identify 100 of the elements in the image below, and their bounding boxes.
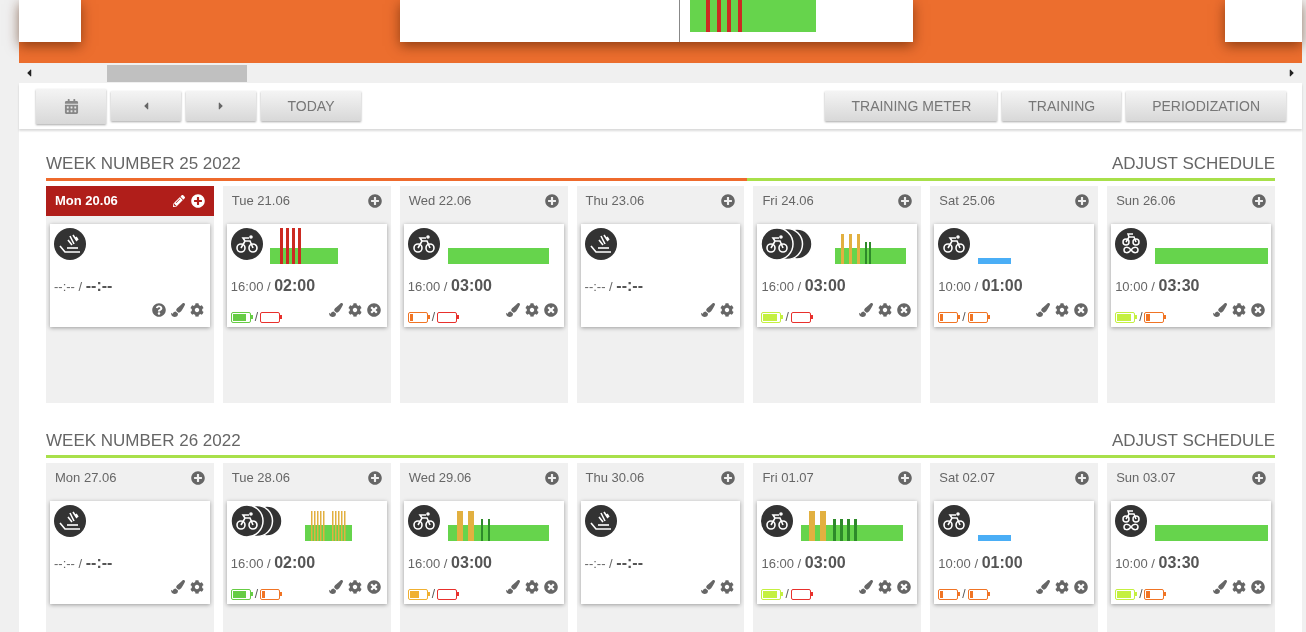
settings-icon[interactable]: [878, 580, 893, 594]
brush-icon[interactable]: [328, 303, 343, 317]
workout-card[interactable]: --:-- / --:--: [50, 501, 210, 604]
day-header[interactable]: Wed 29.06: [399, 463, 568, 493]
add-icon[interactable]: [544, 471, 559, 485]
brush-icon[interactable]: [859, 303, 874, 317]
add-icon[interactable]: [544, 194, 559, 208]
time-duration-text: 16:00 / 03:00: [761, 553, 846, 573]
workout-card[interactable]: 16:00 / 02:00 /: [226, 224, 387, 327]
day-label: Tue 21.06: [231, 192, 290, 211]
view-button[interactable]: TRAINING METER: [825, 91, 998, 121]
scrollbar-thumb[interactable]: [107, 64, 247, 82]
adjust-schedule-link[interactable]: ADJUST SCHEDULE: [1111, 427, 1275, 453]
settings-icon[interactable]: [720, 580, 735, 594]
day-header[interactable]: Fri 01.07: [753, 463, 922, 493]
day-header[interactable]: Fri 24.06: [753, 186, 922, 216]
settings-icon[interactable]: [347, 580, 362, 594]
day-header[interactable]: Sat 25.06: [930, 186, 1099, 216]
brush-icon[interactable]: [328, 580, 343, 594]
rest-icon: [54, 228, 86, 260]
brush-icon[interactable]: [1213, 303, 1227, 317]
close-icon[interactable]: [897, 303, 912, 317]
settings-icon[interactable]: [347, 303, 362, 317]
workout-card[interactable]: 10:00 / 03:30 /: [1111, 224, 1271, 327]
workout-card[interactable]: 10:00 / 01:00 /: [934, 224, 1095, 327]
time-duration-text: 10:00 / 03:30: [1115, 276, 1200, 296]
add-icon[interactable]: [1252, 194, 1266, 208]
add-icon[interactable]: [1075, 471, 1090, 485]
close-icon[interactable]: [543, 303, 558, 317]
brush-icon[interactable]: [170, 303, 185, 317]
add-icon[interactable]: [721, 471, 736, 485]
close-icon[interactable]: [1251, 580, 1265, 594]
add-icon[interactable]: [1252, 471, 1266, 485]
brush-icon[interactable]: [701, 303, 716, 317]
close-icon[interactable]: [1074, 580, 1089, 594]
workout-card[interactable]: --:-- / --:--: [580, 501, 741, 604]
brush-icon[interactable]: [701, 580, 716, 594]
close-icon[interactable]: [897, 580, 912, 594]
settings-icon[interactable]: [878, 303, 893, 317]
day-header[interactable]: Sat 02.07: [930, 463, 1099, 493]
day-header[interactable]: Wed 22.06: [399, 186, 568, 216]
week-title: WEEK NUMBER 25 2022: [46, 152, 241, 175]
settings-icon[interactable]: [1055, 580, 1070, 594]
workout-card[interactable]: 10:00 / 01:00 /: [934, 501, 1095, 604]
add-icon[interactable]: [190, 194, 205, 208]
day-header[interactable]: Tue 28.06: [222, 463, 391, 493]
pencil-icon[interactable]: [172, 195, 185, 207]
settings-icon[interactable]: [720, 303, 735, 317]
add-icon[interactable]: [721, 194, 736, 208]
brush-icon[interactable]: [859, 580, 874, 594]
settings-icon[interactable]: [189, 580, 204, 594]
settings-icon[interactable]: [1055, 303, 1070, 317]
settings-icon[interactable]: [1232, 303, 1246, 317]
brush-icon[interactable]: [1213, 580, 1227, 594]
help-icon[interactable]: [151, 303, 166, 317]
settings-icon[interactable]: [524, 580, 539, 594]
add-icon[interactable]: [367, 194, 382, 208]
close-icon[interactable]: [366, 303, 381, 317]
brush-icon[interactable]: [505, 580, 520, 594]
add-icon[interactable]: [898, 471, 913, 485]
day-header[interactable]: Sun 26.06: [1107, 186, 1275, 216]
workout-card[interactable]: 16:00 / 03:00 /: [757, 224, 918, 327]
close-icon[interactable]: [543, 580, 558, 594]
settings-icon[interactable]: [1232, 580, 1246, 594]
day-label: Sat 02.07: [939, 469, 995, 488]
day-header[interactable]: Thu 23.06: [576, 186, 745, 216]
day-header[interactable]: Mon 27.06: [46, 463, 214, 493]
add-icon[interactable]: [367, 471, 382, 485]
view-button[interactable]: PERIODIZATION: [1126, 91, 1286, 121]
brush-icon[interactable]: [170, 580, 185, 594]
day-header[interactable]: Sun 03.07: [1107, 463, 1275, 493]
workout-card[interactable]: 16:00 / 03:00 /: [403, 224, 564, 327]
today-button[interactable]: TODAY: [261, 91, 361, 121]
time-duration-text: --:-- / --:--: [54, 553, 113, 573]
settings-icon[interactable]: [524, 303, 539, 317]
workout-card[interactable]: 16:00 / 03:00 /: [757, 501, 918, 604]
day-header[interactable]: Thu 30.06: [576, 463, 745, 493]
day-header[interactable]: Tue 21.06: [222, 186, 391, 216]
workout-card[interactable]: 10:00 / 03:30 /: [1111, 501, 1271, 604]
adjust-schedule-link[interactable]: ADJUST SCHEDULE: [1111, 150, 1275, 176]
brush-icon[interactable]: [505, 303, 520, 317]
add-icon[interactable]: [190, 471, 205, 485]
close-icon[interactable]: [1074, 303, 1089, 317]
day-label: Sun 26.06: [1116, 192, 1176, 211]
workout-card[interactable]: 16:00 / 02:00 /: [226, 501, 387, 604]
stacked-bike-icon: [230, 505, 283, 537]
calendar-button[interactable]: [36, 88, 106, 124]
close-icon[interactable]: [366, 580, 381, 594]
close-icon[interactable]: [1251, 303, 1265, 317]
day-header[interactable]: Mon 20.06: [46, 186, 214, 216]
calendar-icon: [63, 98, 79, 114]
brush-icon[interactable]: [1036, 303, 1051, 317]
add-icon[interactable]: [898, 194, 913, 208]
view-button[interactable]: TRAINING: [1002, 91, 1122, 121]
workout-card[interactable]: --:-- / --:--: [580, 224, 741, 327]
add-icon[interactable]: [1075, 194, 1090, 208]
workout-card[interactable]: 16:00 / 03:00 /: [403, 501, 564, 604]
settings-icon[interactable]: [189, 303, 204, 317]
workout-card[interactable]: --:-- / --:--: [50, 224, 210, 327]
brush-icon[interactable]: [1036, 580, 1051, 594]
